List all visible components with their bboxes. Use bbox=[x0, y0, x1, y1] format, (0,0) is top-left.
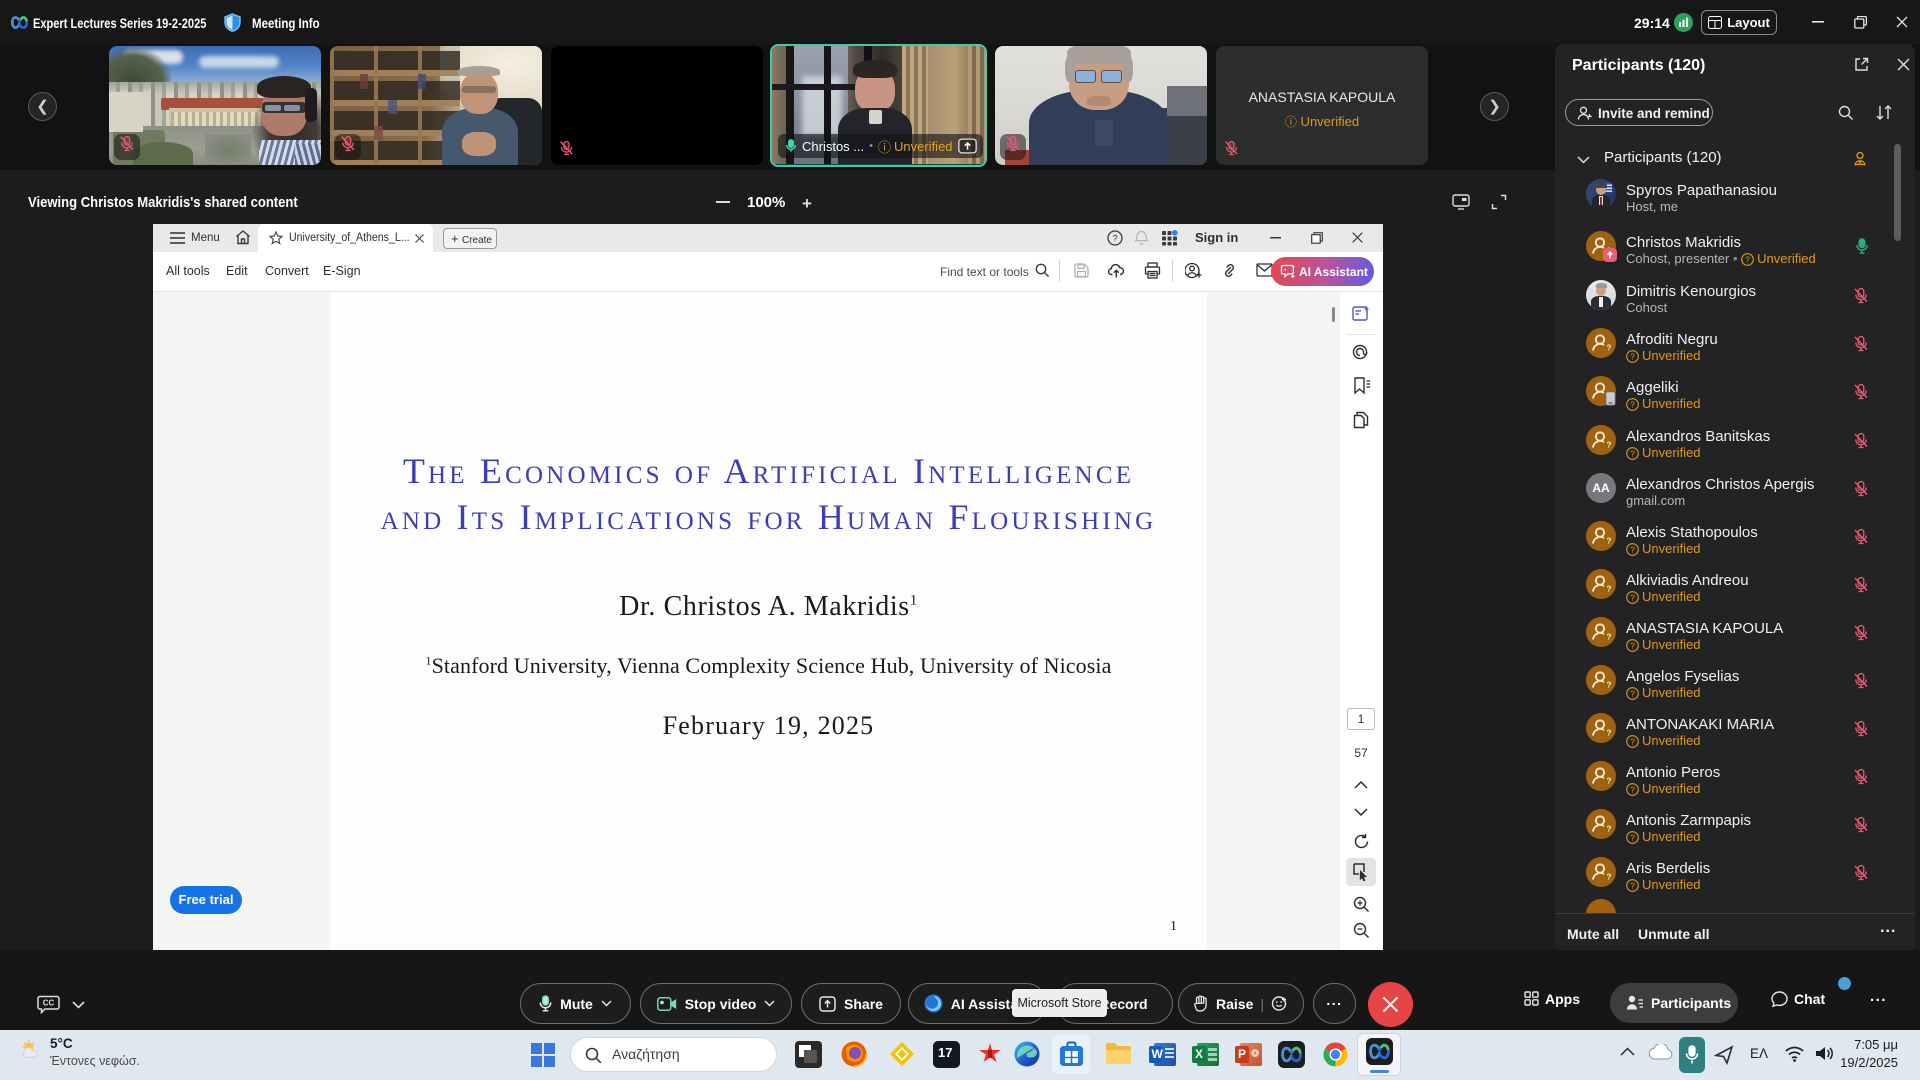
svg-text:?: ? bbox=[1607, 777, 1612, 786]
svg-text:?: ? bbox=[1630, 832, 1635, 842]
svg-text:?: ? bbox=[1607, 873, 1612, 882]
svg-text:?: ? bbox=[1630, 351, 1635, 361]
svg-text:?: ? bbox=[1745, 254, 1750, 264]
svg-text:?: ? bbox=[1607, 825, 1612, 834]
svg-text:CC: CC bbox=[43, 999, 55, 1008]
svg-text:?: ? bbox=[1607, 537, 1612, 546]
svg-text:?: ? bbox=[1607, 585, 1612, 594]
svg-text:?: ? bbox=[1630, 736, 1635, 746]
svg-text:?: ? bbox=[1607, 681, 1612, 690]
svg-text:?: ? bbox=[1630, 592, 1635, 602]
svg-text:?: ? bbox=[1630, 880, 1635, 890]
svg-text:?: ? bbox=[1630, 688, 1635, 698]
svg-text:?: ? bbox=[1112, 233, 1117, 244]
svg-text:?: ? bbox=[1607, 441, 1612, 450]
svg-text:?: ? bbox=[1630, 448, 1635, 458]
svg-text:?: ? bbox=[1607, 344, 1612, 353]
svg-text:?: ? bbox=[1630, 640, 1635, 650]
svg-text:?: ? bbox=[1607, 633, 1612, 642]
svg-text:?: ? bbox=[1630, 544, 1635, 554]
svg-text:?: ? bbox=[1630, 399, 1635, 409]
svg-text:?: ? bbox=[1607, 729, 1612, 738]
svg-text:?: ? bbox=[1630, 784, 1635, 794]
